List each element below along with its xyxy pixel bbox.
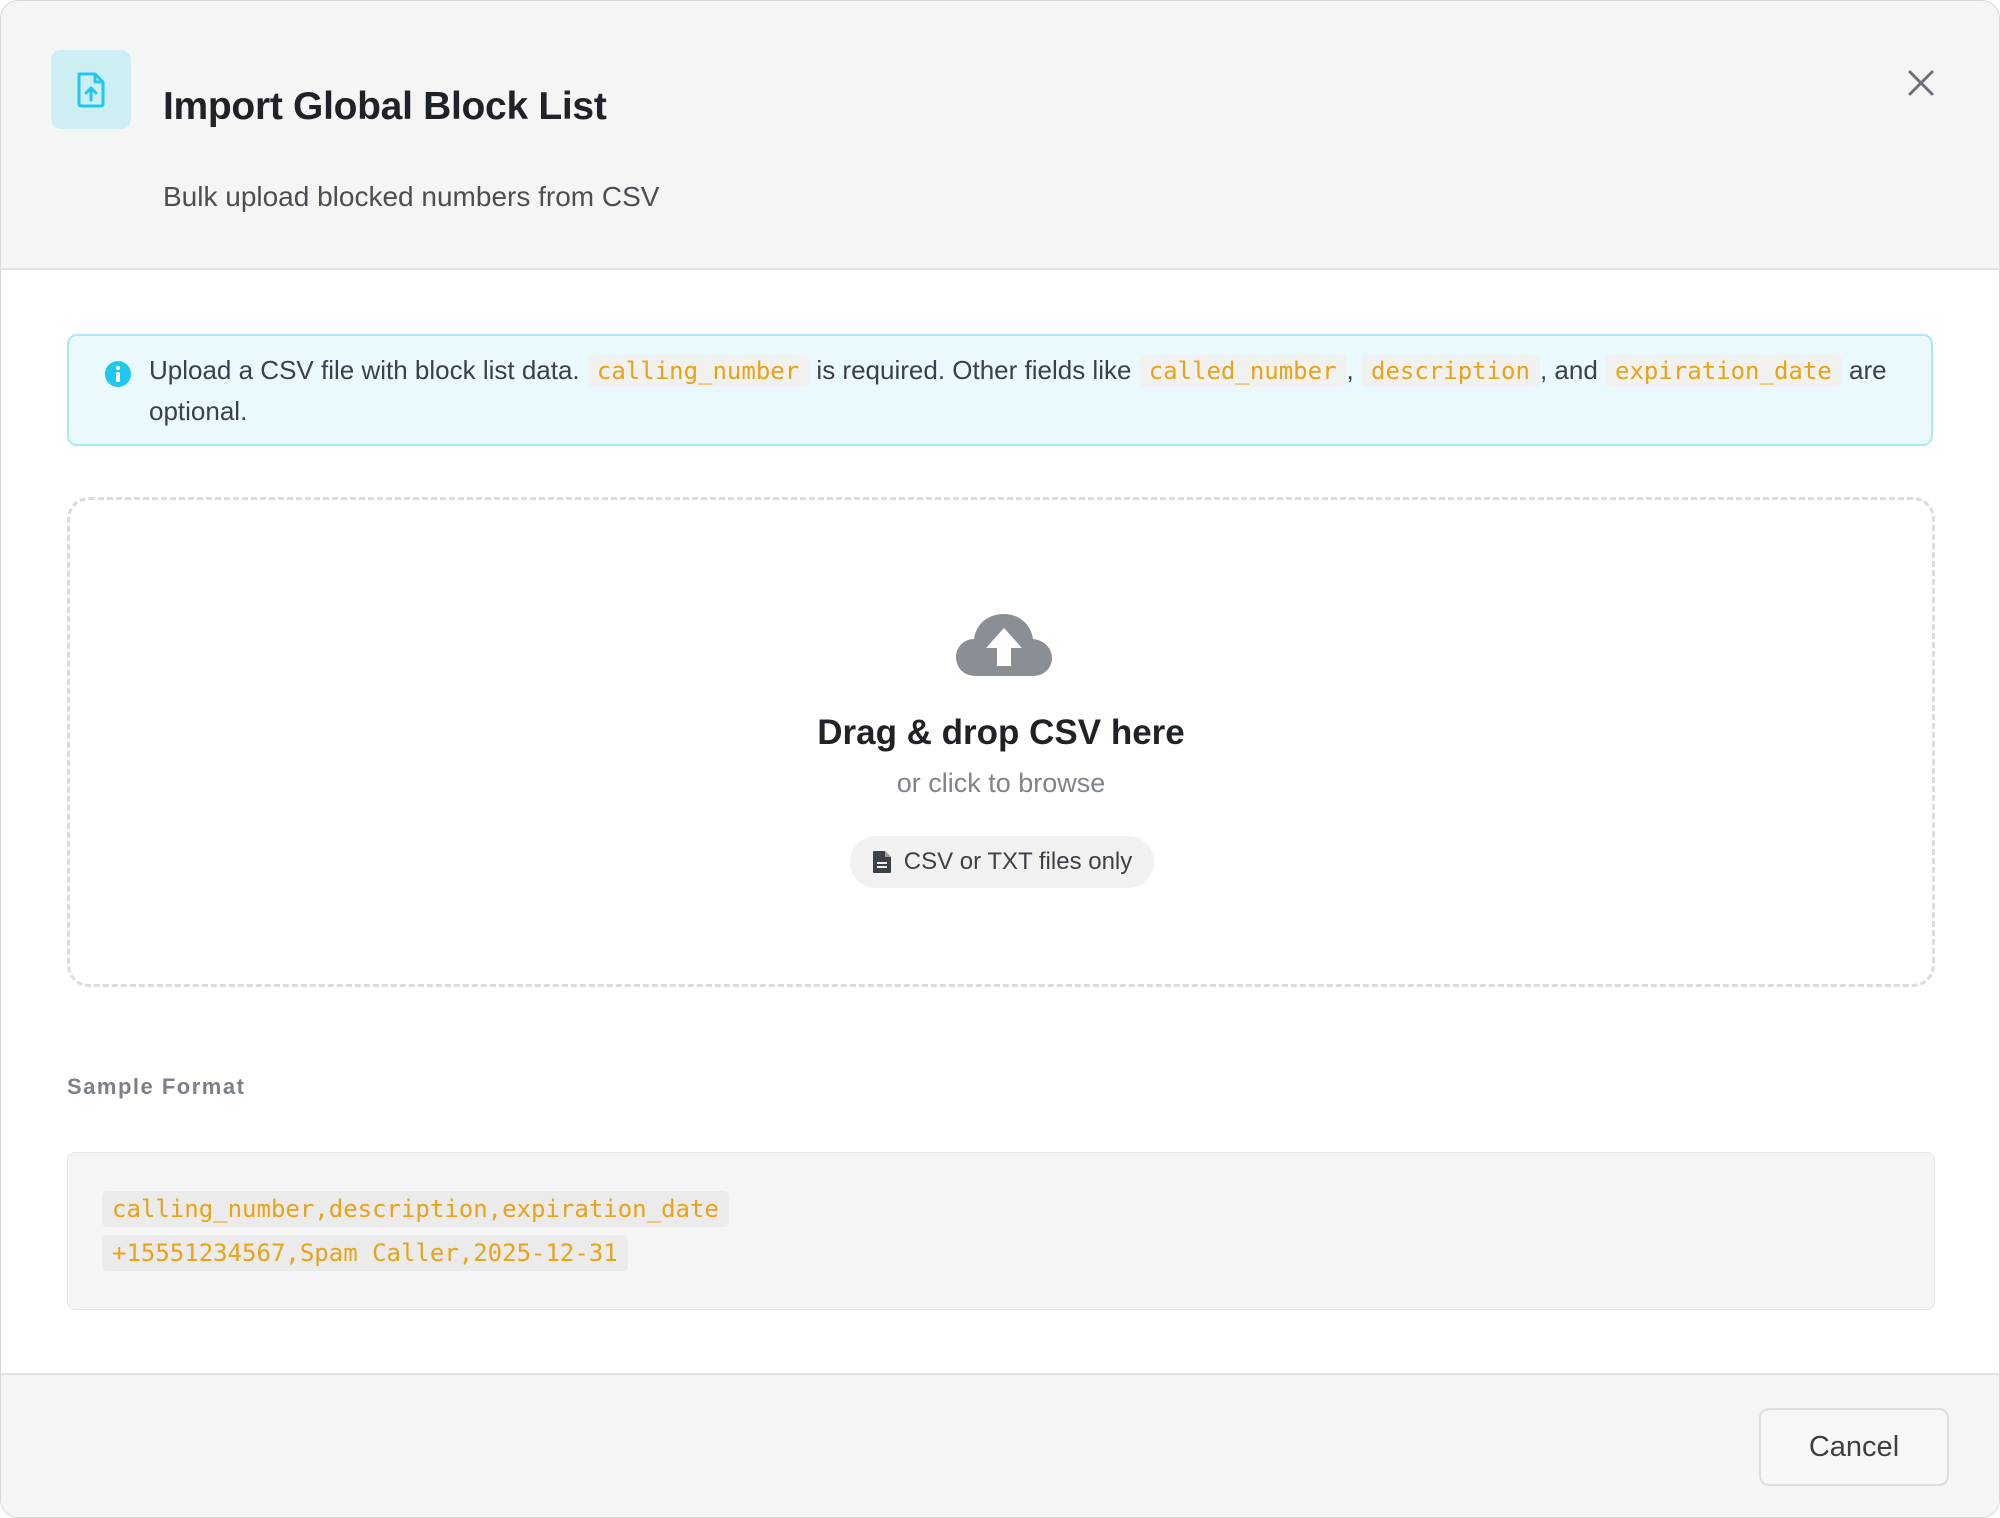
- dialog-header: Import Global Block List Bulk upload blo…: [1, 1, 1999, 270]
- file-upload-icon: [51, 50, 131, 129]
- sample-line: +15551234567,Spam Caller,2025-12-31: [102, 1235, 628, 1271]
- dropzone-subtitle: or click to browse: [896, 768, 1106, 798]
- info-banner: Upload a CSV file with block list data. …: [67, 334, 1933, 446]
- info-text-part: , and: [1539, 355, 1598, 385]
- info-text-part: Upload a CSV file with block list data.: [149, 355, 580, 385]
- file-type-badge: CSV or TXT files only: [850, 836, 1154, 888]
- info-text-part: is required. Other fields like: [816, 355, 1132, 385]
- sample-line: calling_number,description,expiration_da…: [102, 1191, 729, 1227]
- info-icon: [105, 361, 131, 387]
- field-optional-code: expiration_date: [1605, 355, 1842, 387]
- dialog-subtitle: Bulk upload blocked numbers from CSV: [163, 181, 660, 212]
- csv-dropzone[interactable]: Drag & drop CSV here or click to browse …: [67, 497, 1935, 987]
- cancel-button[interactable]: Cancel: [1759, 1408, 1949, 1486]
- import-dialog: Import Global Block List Bulk upload blo…: [0, 0, 2000, 1518]
- field-optional-code: called_number: [1138, 355, 1347, 387]
- close-button[interactable]: [1903, 65, 1939, 101]
- sample-format-label: Sample Format: [67, 1074, 246, 1099]
- dropzone-title: Drag & drop CSV here: [817, 713, 1185, 752]
- sample-format-box: calling_number,description,expiration_da…: [67, 1152, 1935, 1310]
- file-type-text: CSV or TXT files only: [903, 848, 1133, 875]
- dialog-footer: Cancel: [1, 1373, 1999, 1517]
- close-icon: [1908, 70, 1934, 96]
- info-text: Upload a CSV file with block list data. …: [149, 350, 1909, 431]
- field-required-code: calling_number: [586, 355, 810, 387]
- dialog-title: Import Global Block List: [163, 85, 607, 128]
- file-icon: [872, 850, 892, 874]
- info-separator: ,: [1346, 355, 1354, 385]
- field-optional-code: description: [1361, 355, 1540, 387]
- cloud-upload-icon: [956, 614, 1052, 676]
